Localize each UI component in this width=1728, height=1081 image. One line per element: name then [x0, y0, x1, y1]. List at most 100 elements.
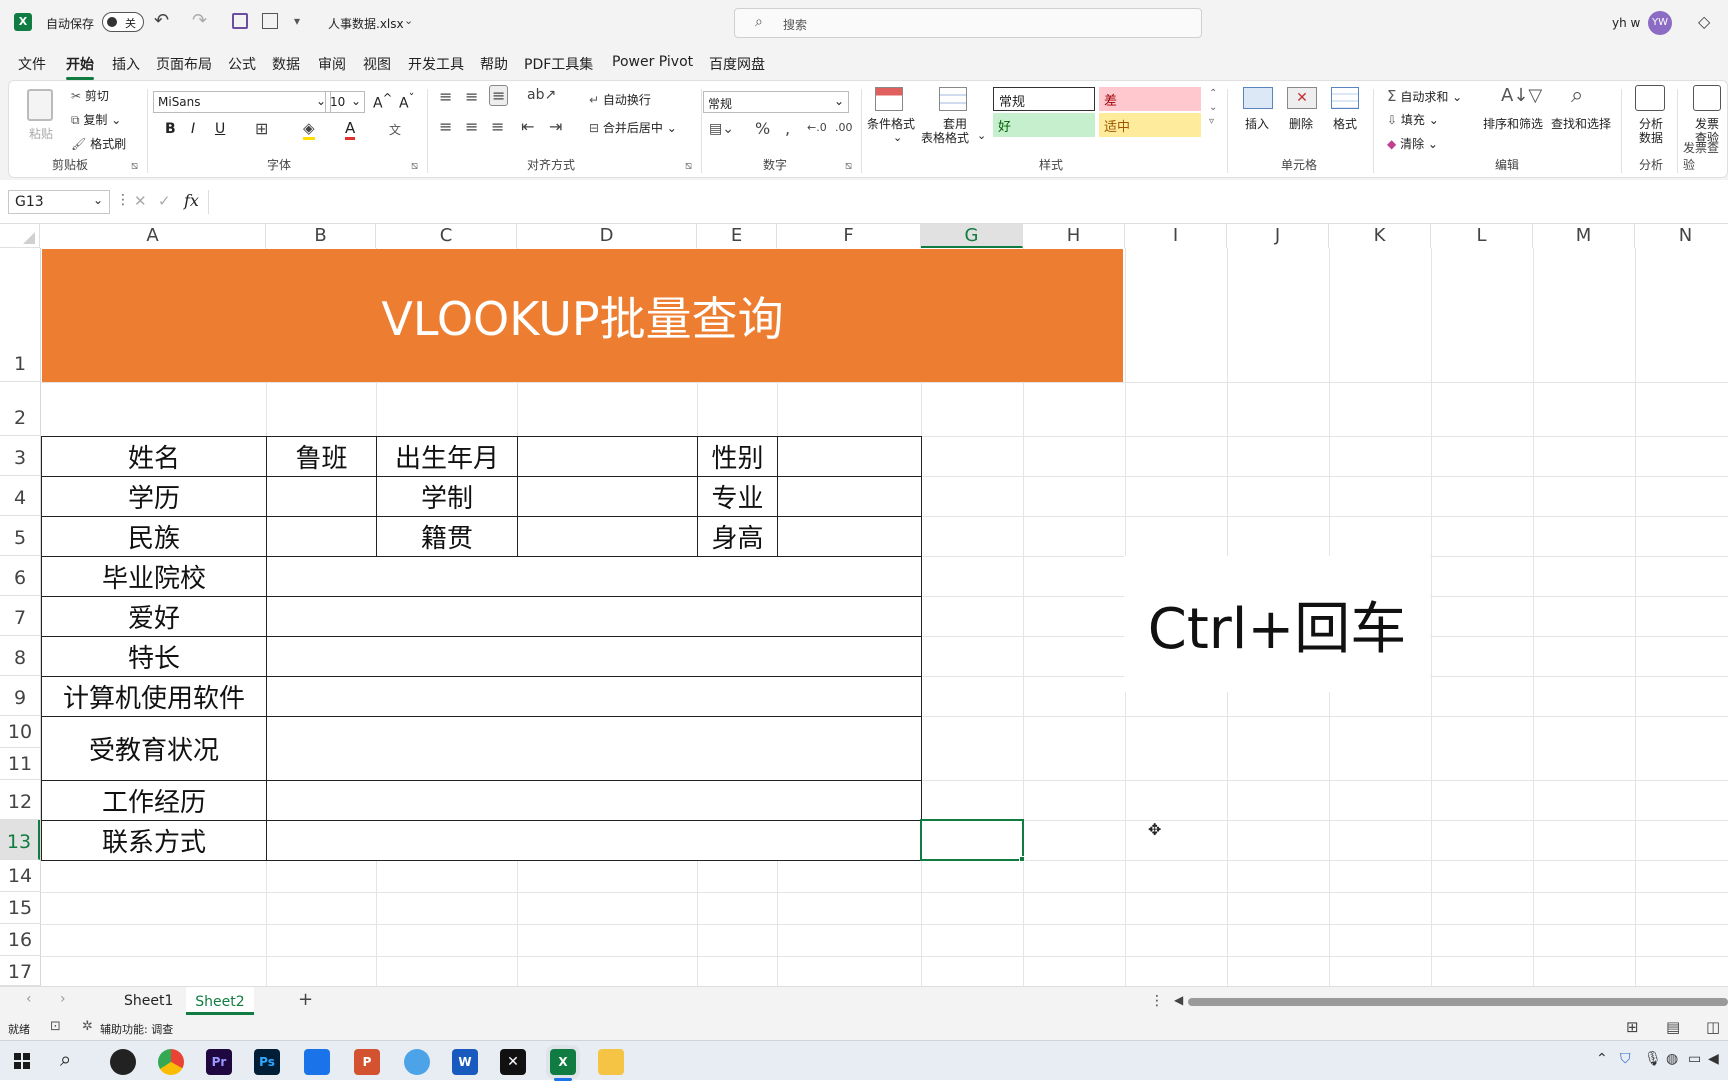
value-school[interactable] — [266, 556, 922, 597]
align-left-icon[interactable]: ≡ — [439, 117, 452, 136]
normal-view-icon[interactable]: ⊞ — [1626, 1018, 1639, 1036]
column-header-b[interactable]: B — [266, 224, 376, 248]
photoshop-app-icon[interactable]: Ps — [254, 1049, 280, 1075]
value-gender[interactable] — [777, 436, 922, 477]
tab-baidu-netdisk[interactable]: 百度网盘 — [709, 54, 765, 74]
tray-shield-icon[interactable]: ⛉ — [1620, 1051, 1631, 1067]
row-header-16[interactable]: 16 — [0, 924, 40, 956]
column-header-n[interactable]: N — [1635, 224, 1728, 248]
file-explorer-app-icon[interactable] — [598, 1049, 624, 1075]
label-edu-status[interactable]: 受教育状况 — [41, 716, 267, 781]
undo-icon[interactable]: ↶ — [154, 10, 169, 31]
value-specialty[interactable] — [266, 636, 922, 677]
merge-center-button[interactable]: ⊟ 合并后居中 ⌄ — [589, 119, 677, 136]
label-height[interactable]: 身高 — [697, 516, 778, 557]
percent-icon[interactable]: % — [755, 119, 770, 138]
premiere-app-icon[interactable]: Pr — [206, 1049, 232, 1075]
orientation-icon[interactable]: ab↗ — [527, 87, 556, 103]
shrink-font-icon[interactable]: Aˇ — [399, 91, 414, 112]
row-header-4[interactable]: 4 — [0, 476, 40, 516]
capcut-editor-app-icon[interactable]: ✕ — [500, 1049, 526, 1075]
avatar[interactable]: YW — [1648, 11, 1672, 35]
tray-network-icon[interactable]: ▭ — [1688, 1051, 1701, 1067]
row-header-9[interactable]: 9 — [0, 676, 40, 716]
tab-formulas[interactable]: 公式 — [228, 54, 256, 74]
paste-button[interactable]: 粘贴 — [29, 125, 53, 142]
value-work[interactable] — [266, 780, 922, 821]
dialog-launcher-icon[interactable]: ⧅ — [685, 159, 692, 173]
label-gender[interactable]: 性别 — [697, 436, 778, 477]
decrease-decimal-icon[interactable]: .00 — [835, 121, 853, 134]
banner-cell[interactable]: VLOOKUP批量查询 — [42, 249, 1123, 382]
enter-icon[interactable]: ✓ — [158, 192, 171, 210]
more-icon[interactable]: ⋮ — [116, 192, 130, 208]
tab-data[interactable]: 数据 — [272, 54, 300, 74]
tab-pdf-tools[interactable]: PDF工具集 — [524, 54, 593, 74]
autosave-toggle[interactable]: 关 — [102, 12, 144, 32]
label-major[interactable]: 专业 — [697, 476, 778, 517]
border-icon[interactable]: ⊞ — [255, 119, 268, 138]
phonetic-icon[interactable]: 文 — [389, 121, 401, 138]
label-school[interactable]: 毕业院校 — [41, 556, 267, 597]
windows-start-icon[interactable] — [14, 1053, 30, 1069]
save-icon[interactable] — [232, 13, 248, 29]
next-sheet-icon[interactable]: › — [60, 991, 66, 1007]
insert-function-icon[interactable]: fx — [184, 191, 199, 210]
value-birth[interactable] — [517, 436, 698, 477]
tab-home[interactable]: 开始 — [66, 54, 94, 80]
italic-button[interactable]: I — [191, 121, 195, 137]
powerpoint-app-icon[interactable]: P — [354, 1049, 380, 1075]
excel-app-icon[interactable]: X — [550, 1049, 576, 1075]
label-birth[interactable]: 出生年月 — [376, 436, 518, 477]
value-edu-status[interactable] — [266, 716, 922, 781]
cancel-icon[interactable]: ✕ — [134, 192, 147, 210]
redo-icon[interactable]: ↷ — [192, 10, 207, 31]
column-header-k[interactable]: K — [1329, 224, 1431, 248]
column-header-e[interactable]: E — [697, 224, 777, 248]
find-select-button[interactable]: 查找和选择 — [1551, 115, 1611, 132]
row-header-8[interactable]: 8 — [0, 636, 40, 676]
format-painter-button[interactable]: 🖌 格式刷 — [71, 135, 126, 152]
worksheet-grid[interactable]: A B C D E F G H I J K L M N 1 2 3 4 5 6 … — [0, 224, 1728, 986]
row-header-2[interactable]: 2 — [0, 382, 40, 436]
column-header-c[interactable]: C — [376, 224, 517, 248]
underline-button[interactable]: U — [215, 121, 225, 137]
tray-app-icon[interactable]: ◍ — [1666, 1051, 1678, 1067]
table-format-label-2[interactable]: 表格格式 — [921, 129, 969, 146]
align-center-icon[interactable]: ≡ — [465, 117, 478, 136]
value-hobby[interactable] — [266, 596, 922, 637]
insert-cells-button[interactable]: 插入 — [1245, 115, 1269, 132]
label-name[interactable]: 姓名 — [41, 436, 267, 477]
prev-sheet-icon[interactable]: ‹ — [26, 991, 32, 1007]
formula-input[interactable] — [208, 190, 1728, 214]
row-header-6[interactable]: 6 — [0, 556, 40, 596]
label-software[interactable]: 计算机使用软件 — [41, 676, 267, 717]
font-size-select[interactable]: 10 ⌄ — [325, 91, 365, 113]
column-header-h[interactable]: H — [1023, 224, 1125, 248]
comma-icon[interactable]: , — [785, 119, 790, 138]
value-name[interactable]: 鲁班 — [266, 436, 377, 477]
tab-page-layout[interactable]: 页面布局 — [156, 54, 212, 74]
format-cells-button[interactable]: 格式 — [1333, 115, 1357, 132]
style-good[interactable]: 好 — [993, 113, 1095, 137]
horizontal-scrollbar[interactable] — [1188, 998, 1728, 1006]
tab-power-pivot[interactable]: Power Pivot — [612, 54, 693, 70]
row-header-17[interactable]: 17 — [0, 956, 40, 986]
row-header-14[interactable]: 14 — [0, 860, 40, 892]
value-duration[interactable] — [517, 476, 698, 517]
tray-mic-icon[interactable]: 🎙 — [1644, 1051, 1662, 1067]
tab-review[interactable]: 审阅 — [318, 54, 346, 74]
conditional-format-button[interactable]: 条件格式 — [867, 115, 915, 132]
diamond-icon[interactable]: ◇ — [1698, 12, 1710, 31]
tray-volume-icon[interactable]: ◀ — [1708, 1051, 1719, 1067]
label-hobby[interactable]: 爱好 — [41, 596, 267, 637]
row-header-11[interactable]: 11 — [0, 748, 40, 780]
label-specialty[interactable]: 特长 — [41, 636, 267, 677]
browser-app-icon[interactable] — [404, 1049, 430, 1075]
file-name[interactable]: 人事数据.xlsx — [328, 15, 404, 32]
column-header-m[interactable]: M — [1533, 224, 1635, 248]
select-all-corner[interactable] — [0, 224, 40, 248]
row-header-5[interactable]: 5 — [0, 516, 40, 556]
bold-button[interactable]: B — [165, 121, 176, 137]
label-education[interactable]: 学历 — [41, 476, 267, 517]
